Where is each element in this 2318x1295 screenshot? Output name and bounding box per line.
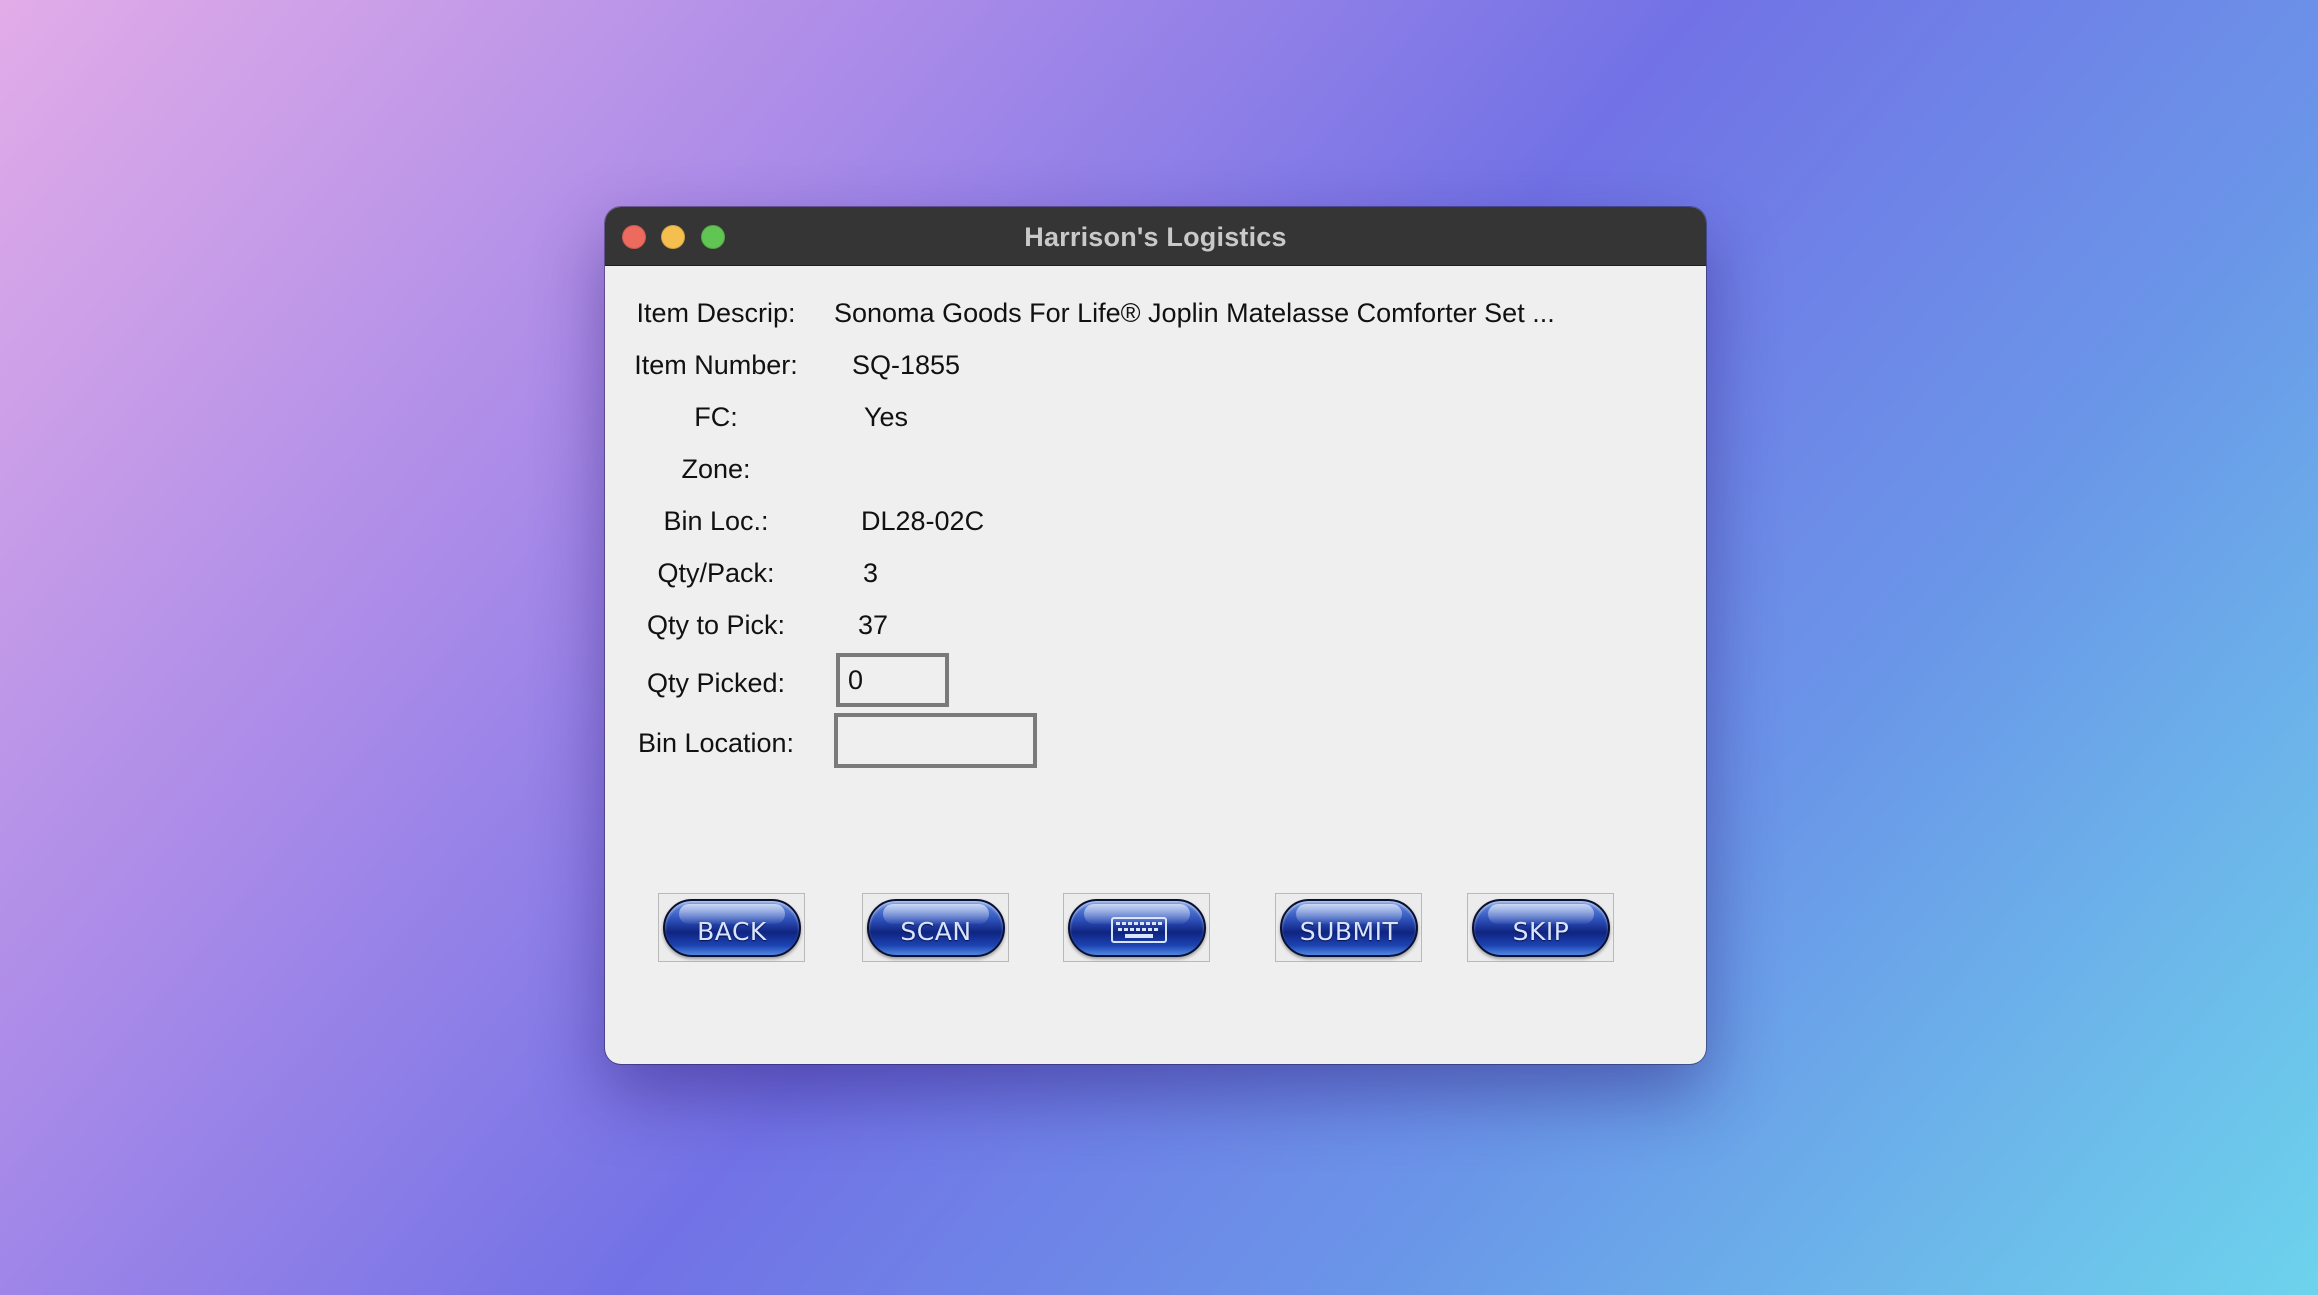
keyboard-button-pill[interactable] bbox=[1068, 899, 1206, 957]
fc-value: Yes bbox=[864, 402, 909, 432]
window-title: Harrison's Logistics bbox=[1024, 222, 1287, 252]
submit-button[interactable]: SUBMIT bbox=[1275, 893, 1422, 962]
skip-button[interactable]: SKIP bbox=[1467, 893, 1614, 962]
item-number-label: Item Number: bbox=[634, 350, 798, 380]
item-descrip-value: Sonoma Goods For Life® Joplin Matelasse … bbox=[834, 298, 1555, 328]
bin-location-input[interactable] bbox=[834, 713, 1037, 768]
scan-button-label: SCAN bbox=[900, 917, 972, 946]
qty-pack-label: Qty/Pack: bbox=[657, 558, 775, 588]
back-button-pill[interactable]: BACK bbox=[663, 899, 801, 957]
item-descrip-label: Item Descrip: bbox=[636, 298, 796, 328]
bin-loc-value: DL28-02C bbox=[861, 506, 985, 536]
back-button[interactable]: BACK bbox=[658, 893, 805, 962]
scan-button[interactable]: SCAN bbox=[862, 893, 1009, 962]
keyboard-icon bbox=[1111, 917, 1167, 943]
skip-button-pill[interactable]: SKIP bbox=[1472, 899, 1610, 957]
qty-to-pick-value: 37 bbox=[858, 610, 889, 640]
submit-button-label: SUBMIT bbox=[1299, 917, 1399, 946]
keyboard-button[interactable] bbox=[1063, 893, 1210, 962]
back-button-label: BACK bbox=[697, 917, 767, 946]
qty-picked-label: Qty Picked: bbox=[646, 668, 786, 698]
qty-picked-input[interactable] bbox=[836, 653, 949, 707]
skip-button-label: SKIP bbox=[1512, 917, 1570, 946]
qty-pack-value: 3 bbox=[863, 558, 879, 588]
submit-button-pill[interactable]: SUBMIT bbox=[1280, 899, 1418, 957]
app-window: Harrison's Logistics Item Descrip: Sonom… bbox=[605, 207, 1706, 1064]
qty-to-pick-label: Qty to Pick: bbox=[646, 610, 786, 640]
scan-button-pill[interactable]: SCAN bbox=[867, 899, 1005, 957]
zone-label: Zone: bbox=[681, 454, 751, 484]
title-bar[interactable]: Harrison's Logistics bbox=[605, 207, 1706, 266]
bin-location-label: Bin Location: bbox=[637, 728, 795, 758]
item-number-value: SQ-1855 bbox=[852, 350, 961, 380]
fc-label: FC: bbox=[694, 402, 738, 432]
bin-loc-label: Bin Loc.: bbox=[663, 506, 769, 536]
